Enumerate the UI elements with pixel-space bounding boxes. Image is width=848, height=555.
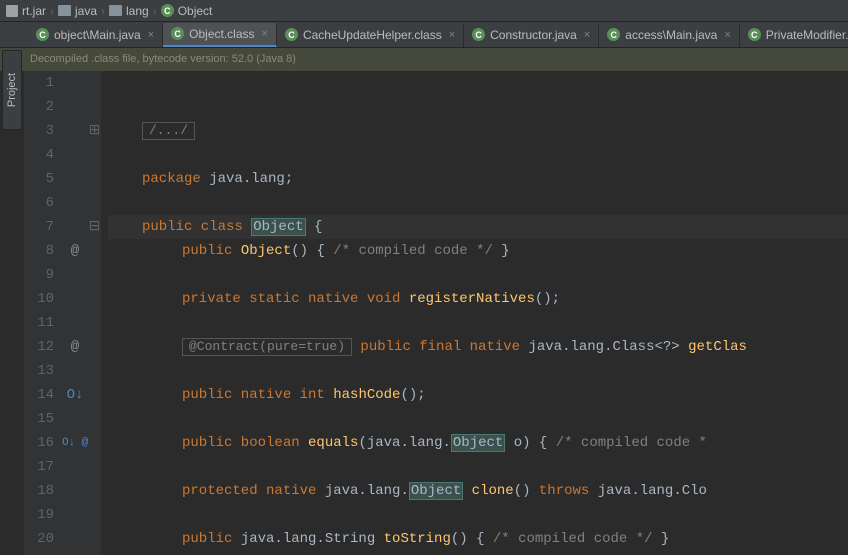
line-number: 10 bbox=[24, 287, 54, 311]
tab-label: PrivateModifier.java bbox=[766, 28, 848, 42]
code-line: public boolean equals(java.lang.Object o… bbox=[108, 431, 848, 455]
chevron-right-icon: › bbox=[101, 4, 105, 18]
code-editor[interactable]: 1 2 3 4 5 6 7 8 9 10 11 12 13 14 15 16 1… bbox=[24, 71, 848, 555]
chevron-right-icon: › bbox=[50, 4, 54, 18]
line-number: 18 bbox=[24, 479, 54, 503]
fold-placeholder[interactable]: /.../ bbox=[142, 122, 195, 140]
line-number: 6 bbox=[24, 191, 54, 215]
breadcrumb-label: Object bbox=[178, 4, 213, 18]
fold-collapse-icon[interactable]: ⊟ bbox=[88, 215, 101, 239]
line-number: 20 bbox=[24, 527, 54, 551]
folder-icon bbox=[109, 5, 122, 16]
gutter-override-icon[interactable]: O↓ bbox=[62, 383, 88, 407]
breadcrumb-label: rt.jar bbox=[22, 4, 46, 18]
line-number: 9 bbox=[24, 263, 54, 287]
folder-icon bbox=[58, 5, 71, 16]
editor-tab-active[interactable]: C Object.class × bbox=[163, 23, 277, 47]
close-icon[interactable]: × bbox=[148, 29, 154, 41]
line-number: 7 bbox=[24, 215, 54, 239]
breadcrumb-label: java bbox=[75, 4, 97, 18]
code-line: protected native java.lang.Object clone(… bbox=[108, 479, 848, 503]
info-banner: Decompiled .class file, bytecode version… bbox=[0, 48, 848, 71]
line-number: 12 bbox=[24, 335, 54, 359]
line-number: 13 bbox=[24, 359, 54, 383]
line-number: 5 bbox=[24, 167, 54, 191]
breadcrumb-item-pkg[interactable]: lang bbox=[109, 4, 149, 18]
java-icon: C bbox=[472, 28, 485, 41]
fold-expand-icon[interactable]: ⊞ bbox=[88, 119, 101, 143]
gutter-annotation-icon[interactable]: @ bbox=[62, 239, 88, 263]
side-tool-label: Project bbox=[6, 73, 18, 107]
line-number: 8 bbox=[24, 239, 54, 263]
line-number-gutter: 1 2 3 4 5 6 7 8 9 10 11 12 13 14 15 16 1… bbox=[24, 71, 62, 555]
breadcrumb-item-class[interactable]: C Object bbox=[161, 4, 213, 18]
code-line: public java.lang.String toString() { /* … bbox=[108, 527, 848, 551]
jar-icon bbox=[6, 5, 18, 17]
line-number: 15 bbox=[24, 407, 54, 431]
java-icon: C bbox=[607, 28, 620, 41]
close-icon[interactable]: × bbox=[724, 29, 730, 41]
tab-label: object\Main.java bbox=[54, 28, 141, 42]
code-line: public Object() { /* compiled code */ } bbox=[108, 239, 848, 263]
gutter-annotation-icon[interactable]: @ bbox=[62, 335, 88, 359]
line-number: 2 bbox=[24, 95, 54, 119]
banner-text: Decompiled .class file, bytecode version… bbox=[30, 53, 296, 65]
line-number: 14 bbox=[24, 383, 54, 407]
editor-tabs: C object\Main.java × C Object.class × C … bbox=[0, 22, 848, 48]
breadcrumb: rt.jar › java › lang › C Object bbox=[0, 0, 848, 22]
java-icon: C bbox=[748, 28, 761, 41]
editor-tab[interactable]: C object\Main.java × bbox=[28, 23, 163, 47]
line-number: 19 bbox=[24, 503, 54, 527]
breadcrumb-item-jar[interactable]: rt.jar bbox=[6, 4, 46, 18]
close-icon[interactable]: × bbox=[584, 29, 590, 41]
code-line: @Contract(pure=true) public final native… bbox=[108, 335, 848, 359]
code-line: package java.lang; bbox=[108, 167, 848, 191]
breadcrumb-item-pkg[interactable]: java bbox=[58, 4, 97, 18]
tab-label: Constructor.java bbox=[490, 28, 577, 42]
class-icon: C bbox=[285, 28, 298, 41]
class-icon: C bbox=[161, 4, 174, 17]
close-icon[interactable]: × bbox=[262, 28, 268, 40]
fold-gutter: ⊞ ⊟ bbox=[88, 71, 102, 555]
code-content[interactable]: /.../ package java.lang; public class Ob… bbox=[102, 71, 848, 555]
line-number: 11 bbox=[24, 311, 54, 335]
breadcrumb-label: lang bbox=[126, 4, 149, 18]
java-icon: C bbox=[36, 28, 49, 41]
code-line-current: public class Object { bbox=[108, 215, 848, 239]
class-icon: C bbox=[171, 27, 184, 40]
close-icon[interactable]: × bbox=[449, 29, 455, 41]
line-number: 16 bbox=[24, 431, 54, 455]
tab-label: CacheUpdateHelper.class bbox=[303, 28, 442, 42]
editor-tab[interactable]: C PrivateModifier.java × bbox=[740, 23, 848, 47]
editor-tab[interactable]: C CacheUpdateHelper.class × bbox=[277, 23, 464, 47]
editor-tab[interactable]: C access\Main.java × bbox=[599, 23, 739, 47]
line-number: 17 bbox=[24, 455, 54, 479]
tab-label: Object.class bbox=[189, 27, 254, 41]
line-number: 3 bbox=[24, 119, 54, 143]
chevron-right-icon: › bbox=[153, 4, 157, 18]
editor-tab[interactable]: C Constructor.java × bbox=[464, 23, 599, 47]
tab-label: access\Main.java bbox=[625, 28, 717, 42]
line-number: 4 bbox=[24, 143, 54, 167]
gutter-icons: @ @ O↓ O↓ @ bbox=[62, 71, 88, 555]
code-line: public native int hashCode(); bbox=[108, 383, 848, 407]
code-line: private static native void registerNativ… bbox=[108, 287, 848, 311]
gutter-override-icon[interactable]: O↓ @ bbox=[62, 431, 88, 455]
project-tool-tab[interactable]: Project bbox=[2, 50, 22, 130]
line-number: 1 bbox=[24, 71, 54, 95]
